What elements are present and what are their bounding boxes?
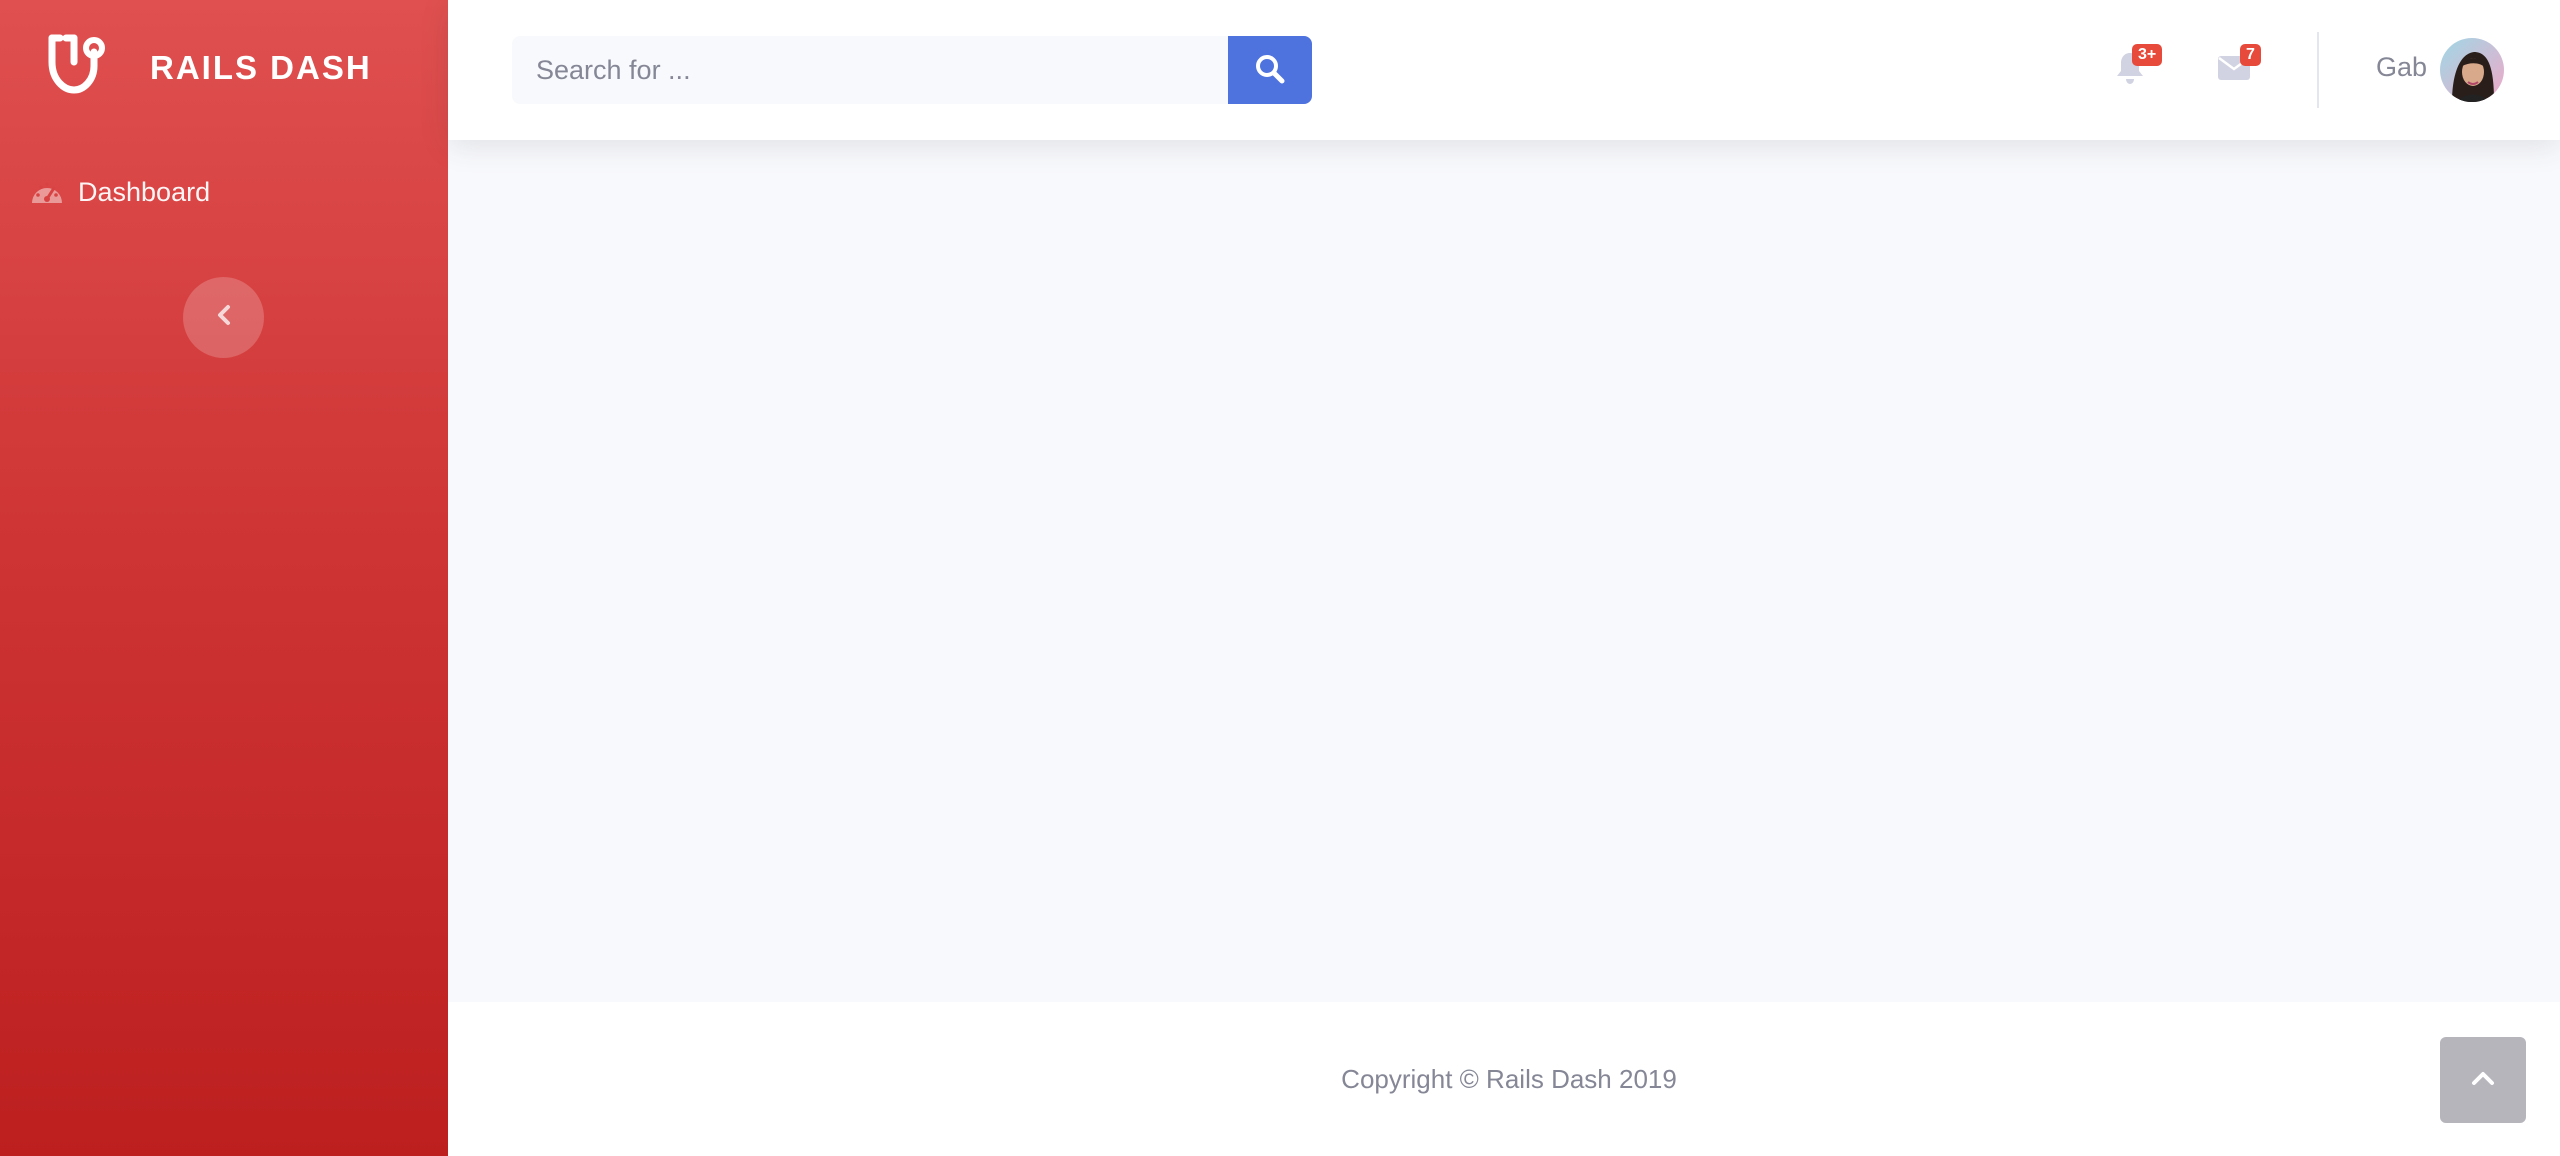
messages-button[interactable]: 7 <box>2204 44 2264 96</box>
scroll-to-top-button[interactable] <box>2440 1037 2526 1123</box>
brand-name: RAILS DASH <box>150 49 372 86</box>
main-content <box>448 140 2560 1002</box>
topbar-divider <box>2317 32 2319 108</box>
copyright-text: Copyright © Rails Dash 2019 <box>1341 1063 1677 1094</box>
footer: Copyright © Rails Dash 2019 <box>448 1002 2560 1156</box>
search-input[interactable] <box>512 36 1228 104</box>
messages-count-badge: 7 <box>2240 44 2261 66</box>
search-form <box>512 36 1312 104</box>
app-root: RAILS DASH Dashboard Search for ... 3+ 7… <box>0 0 2560 1156</box>
topbar: 3+ 7 Gab <box>448 0 2560 140</box>
sidebar-item-dashboard[interactable]: Dashboard <box>30 168 420 216</box>
chevron-up-icon <box>2471 1070 2495 1091</box>
alerts-button[interactable]: 3+ <box>2100 44 2163 96</box>
sidebar: RAILS DASH Dashboard <box>0 0 448 1156</box>
tachometer-icon <box>30 177 64 207</box>
avatar[interactable] <box>2440 38 2504 102</box>
search-icon <box>1254 53 1286 88</box>
chevron-left-icon <box>215 304 233 331</box>
search-button[interactable] <box>1228 36 1312 104</box>
stethoscope-icon <box>42 32 120 104</box>
user-name[interactable]: Gab <box>2376 52 2427 83</box>
sidebar-item-label: Dashboard <box>78 176 211 207</box>
brand-link[interactable]: RAILS DASH <box>42 32 422 104</box>
sidebar-toggle-button[interactable] <box>183 277 264 358</box>
alerts-count-badge: 3+ <box>2132 44 2163 66</box>
